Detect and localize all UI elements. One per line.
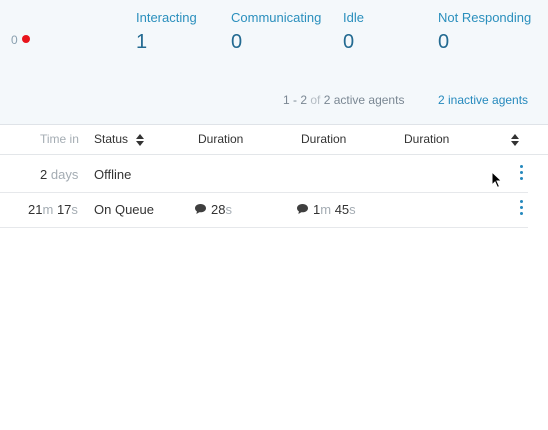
mouse-cursor-icon — [491, 171, 503, 189]
column-header-duration[interactable]: Duration — [404, 132, 449, 146]
time-in-value: 17 — [56, 202, 72, 217]
column-header-label: Status — [94, 132, 129, 146]
status-cell: Offline — [94, 167, 132, 182]
inactive-agents-link[interactable]: 2 inactive agents — [438, 93, 528, 107]
column-header-time-in[interactable]: Time in — [40, 132, 79, 146]
duration-value: 28 — [211, 202, 226, 217]
time-in-cell: 2 days — [40, 167, 78, 182]
column-header-duration[interactable]: Duration — [301, 132, 346, 146]
duration-cell: 1m 45s — [296, 202, 356, 217]
column-header-duration[interactable]: Duration — [198, 132, 243, 146]
status-cell: On Queue — [94, 202, 154, 217]
duration-unit: m — [320, 202, 332, 217]
pagination-summary: 1 - 2 of 2 active agents — [283, 93, 404, 107]
time-in-value: 2 — [40, 167, 48, 182]
stat-label: Communicating — [231, 10, 322, 25]
sort-icon[interactable] — [511, 133, 519, 146]
stat-label: Interacting — [136, 10, 197, 25]
stat-value: 0 — [231, 31, 243, 53]
duration-cell: 28s — [194, 202, 232, 217]
stat-label: Not Responding — [438, 10, 532, 25]
stat-value: 0 — [343, 31, 355, 53]
stat-label: Idle — [343, 10, 364, 25]
pagination-of: of — [310, 93, 321, 107]
stat-communicating[interactable]: Communicating 0 — [231, 10, 321, 54]
stat-interacting[interactable]: Interacting 1 — [136, 10, 197, 54]
chat-bubble-icon — [297, 204, 308, 214]
pagination-range: 1 - 2 — [283, 93, 308, 107]
offline-status-dot-icon — [22, 35, 30, 43]
pagination-total: 2 active agents — [323, 93, 405, 107]
time-in-unit: m — [42, 202, 54, 217]
time-in-value: 21 — [28, 202, 43, 217]
time-in-cell: 21m 17s — [28, 202, 78, 217]
table-row[interactable]: 2 days Offline — [0, 158, 528, 193]
stat-idle[interactable]: Idle 0 — [343, 10, 364, 54]
row-menu-icon[interactable] — [520, 200, 524, 218]
stat-value: 0 — [438, 31, 450, 53]
stat-value: 1 — [136, 31, 148, 53]
duration-unit: s — [349, 202, 356, 217]
time-in-unit: s — [71, 202, 78, 217]
duration-value: 45 — [334, 202, 350, 217]
table-header: Time in Status Duration Duration Duratio… — [0, 124, 548, 155]
time-in-unit: days — [50, 167, 79, 182]
sort-icon[interactable] — [136, 133, 145, 146]
table-row[interactable]: 21m 17s On Queue 28s 1m 45s — [0, 193, 528, 228]
chat-bubble-icon — [195, 204, 206, 214]
agent-summary-panel: 0 Interacting 1 Communicating 0 Idle 0 N… — [0, 0, 548, 125]
duration-unit: s — [225, 202, 232, 217]
offline-count: 0 — [11, 33, 18, 47]
column-header-sort[interactable] — [511, 132, 519, 146]
row-menu-icon[interactable] — [520, 165, 524, 183]
column-header-status[interactable]: Status — [94, 132, 145, 146]
stat-not-responding[interactable]: Not Responding 0 — [438, 10, 531, 54]
